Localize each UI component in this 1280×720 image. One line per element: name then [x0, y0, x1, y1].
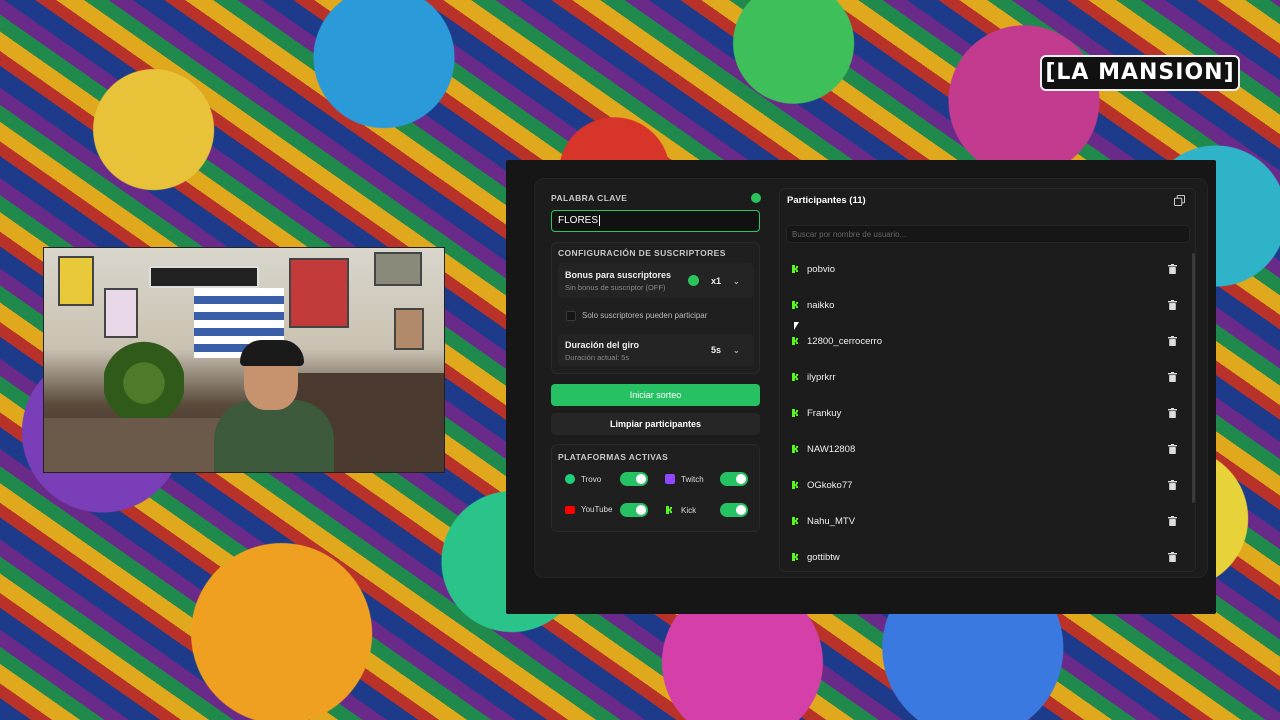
platform-kick: Kick [665, 505, 696, 515]
kick-icon [792, 373, 798, 381]
participant-name: gottibtw [807, 551, 840, 563]
channel-logo: [LA MANSION] [1040, 55, 1240, 91]
trovo-toggle[interactable] [620, 472, 648, 486]
trash-icon[interactable] [1168, 408, 1177, 418]
trash-icon[interactable] [1168, 336, 1177, 346]
mouse-cursor [794, 322, 799, 330]
participant-name: Frankuy [807, 407, 842, 419]
participant-name: naikko [807, 299, 835, 311]
participant-row: pobvio [779, 251, 1189, 287]
info-icon[interactable] [751, 193, 761, 203]
copy-icon[interactable] [1174, 195, 1185, 206]
kick-icon [792, 337, 798, 345]
wall-poster [58, 256, 94, 306]
start-giveaway-button[interactable]: Iniciar sorteo [551, 384, 760, 406]
bonus-title: Bonus para suscriptores [565, 270, 672, 280]
youtube-toggle[interactable] [620, 503, 648, 517]
table [44, 418, 224, 472]
participant-name: pobvio [807, 263, 835, 275]
participant-name: 12800_cerrocerro [807, 335, 882, 347]
participant-name: ilyprkrr [807, 371, 836, 383]
duration-select[interactable]: 5s ⌄ [711, 345, 740, 355]
kick-icon [792, 445, 798, 453]
trash-icon[interactable] [1168, 516, 1177, 526]
participant-row: Nahu_MTV [779, 503, 1189, 539]
platforms-title: PLATAFORMAS ACTIVAS [558, 452, 669, 462]
subs-config-title: CONFIGURACIÓN DE SUSCRIPTORES [558, 248, 726, 258]
trash-icon[interactable] [1168, 480, 1177, 490]
kick-icon [792, 481, 798, 489]
participant-name: NAW12808 [807, 443, 856, 455]
bonus-select[interactable]: x1 ⌄ [711, 276, 740, 286]
participant-list: pobvio naikko 12800_cerrocerro ilyprkrr Fran… [779, 251, 1189, 571]
bonus-text: Bonus para suscriptores Sin bonus de sus… [565, 270, 671, 292]
keyword-label: PALABRA CLAVE [551, 193, 628, 203]
participant-row: ilyprkrr [779, 359, 1189, 395]
only-subs-label: Solo suscriptores pueden participar [582, 311, 708, 320]
only-subs-checkbox[interactable] [566, 311, 576, 321]
participant-row: NAW12808 [779, 431, 1189, 467]
participants-title: Participantes (11) [787, 195, 866, 206]
participant-name: OGkoko77 [807, 479, 853, 491]
participant-row: naikko [779, 287, 1189, 323]
kick-icon [792, 265, 798, 273]
participant-name: Nahu_MTV [807, 515, 856, 527]
keyword-input[interactable]: FLORES [551, 210, 760, 232]
settings-column: PALABRA CLAVE FLORES [551, 188, 761, 232]
duration-text: Duración del giro Duración actual: 5s [565, 340, 639, 362]
kick-toggle[interactable] [720, 503, 748, 517]
bonus-info-icon[interactable] [688, 275, 699, 286]
participant-search-input[interactable] [786, 225, 1190, 243]
trash-icon[interactable] [1168, 444, 1177, 454]
participant-row: Frankuy [779, 395, 1189, 431]
platform-trovo: Trovo [565, 474, 601, 484]
trovo-icon [565, 474, 575, 484]
webcam-feed [43, 247, 445, 473]
wall-poster [289, 258, 349, 328]
kick-icon [666, 506, 672, 514]
kick-icon [792, 553, 798, 561]
chevron-down-icon: ⌄ [733, 346, 740, 355]
platform-twitch: Twitch [665, 474, 704, 484]
kick-icon [792, 517, 798, 525]
twitch-icon [665, 474, 675, 484]
kick-icon [792, 409, 798, 417]
bonus-sub: Sin bonus de suscriptor (OFF) [565, 283, 666, 292]
trash-icon[interactable] [1168, 300, 1177, 310]
participant-row: 12800_cerrocerro [779, 323, 1189, 359]
clear-participants-button[interactable]: Limpiar participantes [551, 413, 760, 435]
scrollbar[interactable] [1192, 253, 1195, 503]
platform-youtube: YouTube [565, 505, 612, 514]
youtube-icon [565, 505, 575, 514]
wall-poster [394, 308, 424, 350]
streamer [204, 338, 344, 472]
trash-icon[interactable] [1168, 264, 1177, 274]
duration-title: Duración del giro [565, 340, 640, 350]
wall-poster [374, 252, 422, 286]
trash-icon[interactable] [1168, 552, 1177, 562]
trash-icon[interactable] [1168, 372, 1177, 382]
wall-sign [149, 266, 259, 288]
participant-row: gottibtw [779, 539, 1189, 571]
participant-row: OGkoko77 [779, 467, 1189, 503]
kick-icon [792, 301, 798, 309]
duration-sub: Duración actual: 5s [565, 353, 630, 362]
twitch-toggle[interactable] [720, 472, 748, 486]
chevron-down-icon: ⌄ [733, 277, 740, 286]
